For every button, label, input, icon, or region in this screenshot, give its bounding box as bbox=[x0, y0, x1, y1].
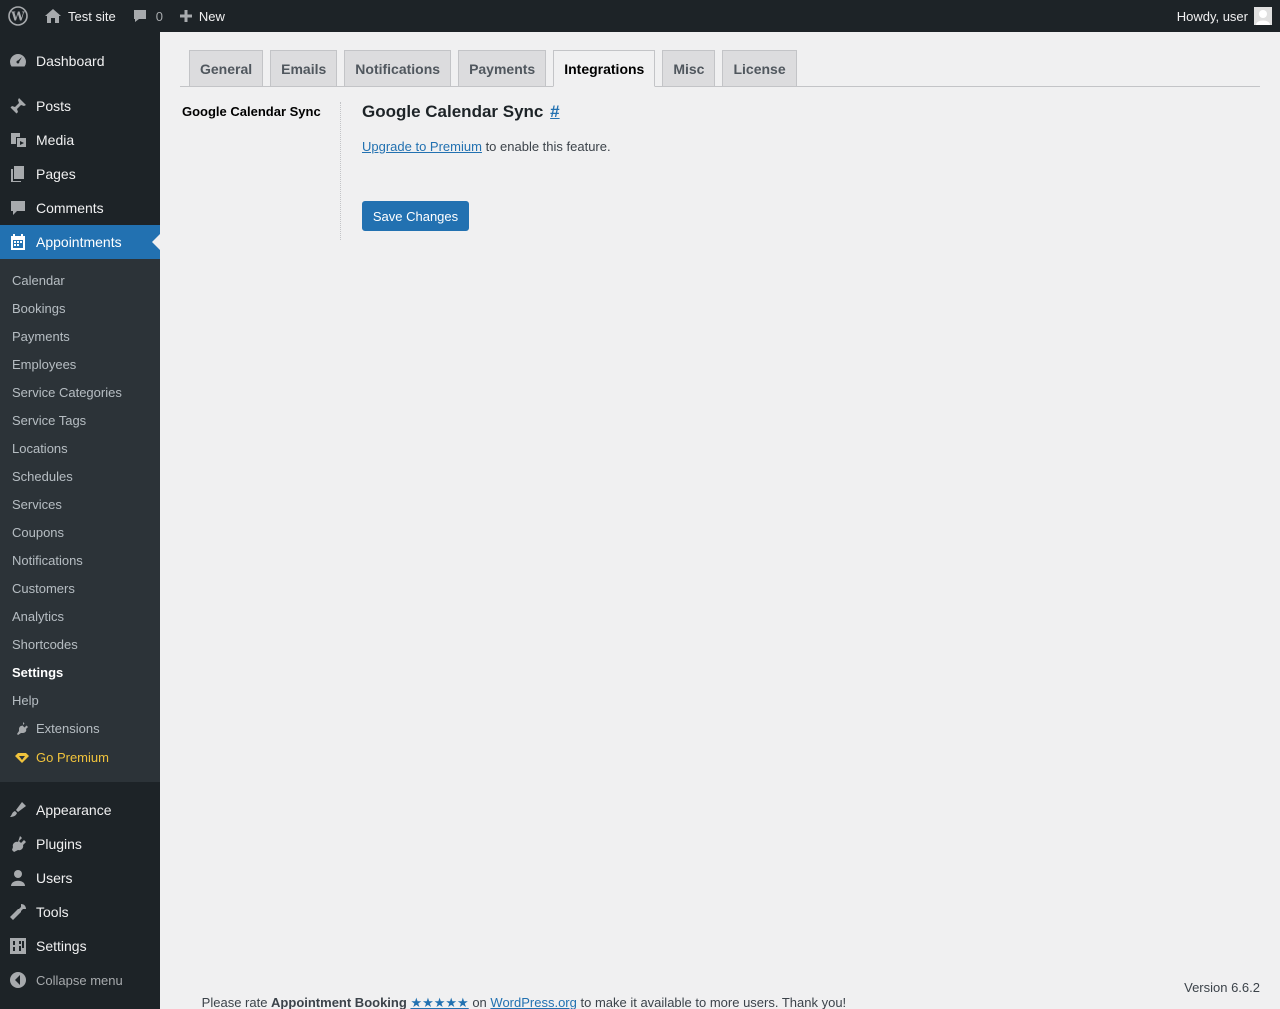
menu-comments[interactable]: Comments bbox=[0, 191, 160, 225]
tab-general[interactable]: General bbox=[189, 50, 264, 86]
new-content-link[interactable]: New bbox=[171, 0, 233, 32]
submenu-shortcodes[interactable]: Shortcodes bbox=[0, 630, 160, 658]
submenu-schedules[interactable]: Schedules bbox=[0, 462, 160, 490]
google-calendar-sync-section: Google Calendar Sync # Upgrade to Premiu… bbox=[362, 102, 611, 231]
menu-media[interactable]: Media bbox=[0, 123, 160, 157]
submenu-service-tags[interactable]: Service Tags bbox=[0, 406, 160, 434]
submenu-employees[interactable]: Employees bbox=[0, 350, 160, 378]
submenu-payments[interactable]: Payments bbox=[0, 322, 160, 350]
comments-link[interactable]: 0 bbox=[124, 0, 171, 32]
plugin-icon bbox=[17, 722, 28, 735]
my-account-link[interactable]: Howdy, user bbox=[1169, 0, 1280, 32]
submenu-calendar[interactable]: Calendar bbox=[0, 266, 160, 294]
subnav-google-calendar-sync[interactable]: Google Calendar Sync bbox=[182, 104, 342, 119]
submenu-bookings[interactable]: Bookings bbox=[0, 294, 160, 322]
plugin-name: Appointment Booking bbox=[271, 995, 407, 1009]
howdy-greeting: Howdy, user bbox=[1176, 8, 1248, 24]
user-icon bbox=[11, 870, 25, 886]
svg-text:W: W bbox=[10, 10, 25, 24]
submenu-extensions[interactable]: Extensions bbox=[0, 714, 160, 742]
wordpress-logo-icon[interactable]: W bbox=[0, 0, 36, 32]
avatar-placeholder-icon bbox=[1256, 10, 1270, 25]
settings-tabs: General Emails Notifications Payments In… bbox=[180, 50, 1260, 87]
footer-rating-text: Please rate Appointment Booking ★★★★★ on… bbox=[201, 995, 847, 1009]
pin-icon bbox=[10, 98, 26, 114]
main-content: General Emails Notifications Payments In… bbox=[160, 32, 1280, 1009]
tab-integrations[interactable]: Integrations bbox=[553, 50, 656, 87]
upgrade-message: Upgrade to Premium to enable this featur… bbox=[362, 139, 611, 154]
collapse-menu-button[interactable]: Collapse menu bbox=[0, 963, 160, 997]
pages-icon bbox=[11, 166, 24, 182]
diamond-icon bbox=[15, 753, 29, 763]
menu-appearance[interactable]: Appearance bbox=[0, 793, 160, 827]
new-label: New bbox=[198, 8, 225, 24]
media-icon bbox=[11, 133, 26, 147]
wrench-icon bbox=[10, 904, 26, 920]
submenu-service-categories[interactable]: Service Categories bbox=[0, 378, 160, 406]
brush-icon bbox=[10, 802, 26, 817]
menu-settings[interactable]: Settings bbox=[0, 929, 160, 963]
submenu-help[interactable]: Help bbox=[0, 686, 160, 714]
section-divider bbox=[340, 102, 341, 240]
menu-pages[interactable]: Pages bbox=[0, 157, 160, 191]
submenu-services[interactable]: Services bbox=[0, 490, 160, 518]
site-name: Test site bbox=[68, 8, 116, 24]
dashboard-icon bbox=[10, 54, 26, 67]
tab-notifications[interactable]: Notifications bbox=[344, 50, 452, 86]
menu-tools[interactable]: Tools bbox=[0, 895, 160, 929]
section-title: Google Calendar Sync # bbox=[362, 102, 560, 121]
menu-plugins[interactable]: Plugins bbox=[0, 827, 160, 861]
tab-payments[interactable]: Payments bbox=[458, 50, 547, 86]
save-changes-button[interactable]: Save Changes bbox=[362, 201, 469, 231]
submenu-notifications[interactable]: Notifications bbox=[0, 546, 160, 574]
menu-posts[interactable]: Posts bbox=[0, 89, 160, 123]
menu-users[interactable]: Users bbox=[0, 861, 160, 895]
avatar bbox=[1254, 7, 1272, 25]
comments-count: 0 bbox=[155, 8, 163, 24]
wordpress-org-link[interactable]: WordPress.org bbox=[490, 995, 576, 1009]
settings-icon bbox=[10, 938, 26, 954]
plus-icon bbox=[179, 10, 192, 22]
tab-license[interactable]: License bbox=[722, 50, 797, 86]
tab-misc[interactable]: Misc bbox=[662, 50, 716, 86]
appointments-submenu: Calendar Bookings Payments Employees Ser… bbox=[0, 259, 160, 782]
submenu-settings[interactable]: Settings bbox=[0, 658, 160, 686]
comment-bubble-icon bbox=[133, 10, 146, 22]
plugin-icon bbox=[12, 836, 26, 852]
admin-sidebar: Dashboard Posts Media Pages Comments App… bbox=[0, 32, 160, 1009]
menu-appointments[interactable]: Appointments bbox=[0, 225, 160, 259]
menu-dashboard[interactable]: Dashboard bbox=[0, 44, 160, 78]
submenu-coupons[interactable]: Coupons bbox=[0, 518, 160, 546]
section-anchor-link[interactable]: # bbox=[550, 102, 559, 121]
tab-emails[interactable]: Emails bbox=[270, 50, 338, 86]
site-name-link[interactable]: Test site bbox=[36, 0, 124, 32]
calendar-icon bbox=[11, 234, 25, 250]
admin-bar: W Test site 0 New Howdy, user bbox=[0, 0, 1280, 32]
submenu-locations[interactable]: Locations bbox=[0, 434, 160, 462]
submenu-customers[interactable]: Customers bbox=[0, 574, 160, 602]
submenu-analytics[interactable]: Analytics bbox=[0, 602, 160, 630]
home-icon bbox=[45, 9, 61, 23]
submenu-go-premium[interactable]: Go Premium bbox=[0, 742, 160, 772]
footer: Please rate Appointment Booking ★★★★★ on… bbox=[180, 980, 1260, 1009]
comment-icon bbox=[11, 201, 25, 215]
upgrade-to-premium-link[interactable]: Upgrade to Premium bbox=[362, 139, 482, 154]
version-text: Version 6.6.2 bbox=[1184, 980, 1260, 995]
rating-stars-link[interactable]: ★★★★★ bbox=[410, 995, 468, 1009]
collapse-arrow-icon bbox=[10, 972, 26, 988]
